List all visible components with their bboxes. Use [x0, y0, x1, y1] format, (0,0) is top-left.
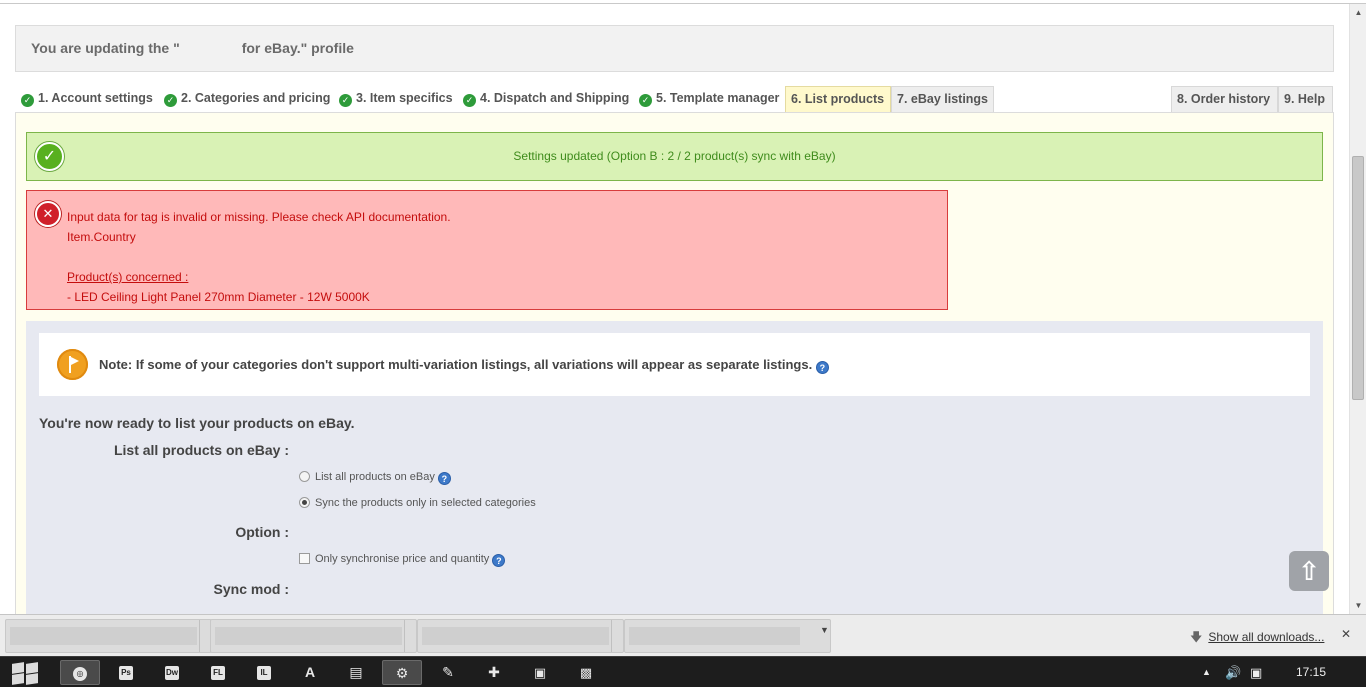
- error-field: Item.Country: [67, 230, 136, 244]
- flag-icon: [57, 349, 88, 380]
- check-icon: ✓: [164, 94, 177, 107]
- network-icon[interactable]: ▣: [1250, 657, 1262, 688]
- profile-header-suffix: for eBay." profile: [241, 40, 354, 56]
- check-icon: ✓: [639, 94, 652, 107]
- illustrator-icon[interactable]: IL: [244, 660, 284, 685]
- error-product: - LED Ceiling Light Panel 270mm Diameter…: [67, 290, 370, 304]
- radio-list-all[interactable]: List all products on eBay ?: [299, 471, 451, 485]
- tab-ebay-listings[interactable]: 7. eBay listings: [891, 86, 994, 112]
- clock[interactable]: 17:15: [1296, 657, 1326, 688]
- profile-header: You are updating the " for eBay." profile: [15, 25, 1334, 72]
- radio-list-all-input[interactable]: [299, 471, 310, 482]
- flash-icon[interactable]: FL: [198, 660, 238, 685]
- radio-sync-selected[interactable]: Sync the products only in selected categ…: [299, 497, 536, 509]
- sync-mod-label: Sync mod :: [213, 581, 289, 597]
- tab-template-manager[interactable]: ✓ 5. Template manager: [635, 86, 783, 112]
- tab-help[interactable]: 9. Help: [1278, 86, 1333, 112]
- download-item[interactable]: [624, 619, 831, 653]
- tab-list-products[interactable]: 6. List products: [785, 86, 891, 112]
- tool-icon[interactable]: ⚙: [382, 660, 422, 685]
- error-alert: ✕ Input data for tag is invalid or missi…: [26, 190, 948, 310]
- scroll-up-icon[interactable]: ▲: [1350, 4, 1366, 21]
- browser-top-border: [0, 0, 1366, 4]
- dreamweaver-icon[interactable]: Dw: [152, 660, 192, 685]
- tray-expand-icon[interactable]: ▲: [1202, 657, 1211, 688]
- folder-icon[interactable]: ▣: [520, 660, 560, 685]
- radio-sync-selected-input[interactable]: [299, 497, 310, 508]
- tab-account-settings[interactable]: ✓ 1. Account settings: [17, 86, 157, 112]
- chrome-icon[interactable]: ◎: [60, 660, 100, 685]
- help-icon[interactable]: ?: [437, 472, 451, 485]
- list-all-label: List all products on eBay :: [113, 442, 289, 458]
- help-icon[interactable]: ?: [492, 554, 506, 567]
- download-item[interactable]: [417, 619, 624, 653]
- variation-note: Note: If some of your categories don't s…: [39, 333, 1310, 396]
- error-products-heading: Product(s) concerned :: [67, 270, 189, 284]
- checkbox-price-quantity[interactable]: Only synchronise price and quantity ?: [299, 553, 506, 567]
- tab-item-specifics[interactable]: ✓ 3. Item specifics: [335, 86, 457, 112]
- download-item[interactable]: [210, 619, 417, 653]
- checkbox-price-quantity-input[interactable]: [299, 553, 310, 564]
- tab-categories-pricing[interactable]: ✓ 2. Categories and pricing: [160, 86, 334, 112]
- windows-taskbar: ◎ Ps Dw FL IL A ▤ ⚙ ✎ ✚ ▣ ▩ ▲ 🔊 ▣ 17:15: [0, 656, 1366, 687]
- success-check-icon: ✓: [35, 142, 64, 171]
- profile-header-prefix: You are updating the ": [31, 40, 180, 56]
- error-x-icon: ✕: [35, 201, 61, 227]
- help-icon[interactable]: ?: [815, 361, 829, 374]
- files-icon[interactable]: ▤: [336, 660, 376, 685]
- back-to-top-button[interactable]: ⇧: [1289, 551, 1329, 591]
- download-icon: 🡇: [1190, 630, 1203, 644]
- note-text: Note: If some of your categories don't s…: [99, 357, 813, 372]
- crop-icon[interactable]: ✚: [474, 660, 514, 685]
- download-item[interactable]: [5, 619, 212, 653]
- scroll-down-icon[interactable]: ▼: [1350, 597, 1366, 614]
- success-alert: ✓ Settings updated (Option B : 2 / 2 pro…: [26, 132, 1323, 181]
- settings-tabs: ✓ 1. Account settings ✓ 2. Categories and …: [15, 86, 1334, 112]
- font-icon[interactable]: A: [290, 660, 330, 685]
- option-label: Option :: [235, 524, 289, 540]
- success-message: Settings updated (Option B : 2 / 2 produ…: [513, 149, 836, 163]
- list-products-form: Note: If some of your categories don't s…: [26, 321, 1329, 617]
- error-lines: Input data for tag is invalid or missing…: [67, 207, 451, 307]
- scroll-thumb[interactable]: [1352, 156, 1364, 400]
- check-icon: ✓: [339, 94, 352, 107]
- pen-icon[interactable]: ✎: [428, 660, 468, 685]
- windows-start-icon[interactable]: [6, 660, 46, 686]
- chevron-down-icon[interactable]: ▼: [820, 625, 829, 635]
- tab-order-history[interactable]: 8. Order history: [1171, 86, 1278, 112]
- ready-title: You're now ready to list your products o…: [39, 415, 355, 431]
- download-shelf: ▼ 🡇 Show all downloads... ✕: [0, 614, 1366, 656]
- tab-dispatch-shipping[interactable]: ✓ 4. Dispatch and Shipping: [459, 86, 633, 112]
- check-icon: ✓: [21, 94, 34, 107]
- show-all-downloads-link[interactable]: 🡇 Show all downloads...: [1190, 628, 1324, 649]
- list-products-panel: ✓ Settings updated (Option B : 2 / 2 pro…: [15, 112, 1334, 617]
- volume-icon[interactable]: 🔊: [1225, 657, 1241, 688]
- check-icon: ✓: [463, 94, 476, 107]
- folder-icon[interactable]: ▩: [566, 660, 606, 685]
- page-scrollbar[interactable]: ▲ ▼: [1349, 4, 1366, 614]
- photoshop-icon[interactable]: Ps: [106, 660, 146, 685]
- error-message: Input data for tag is invalid or missing…: [67, 210, 451, 224]
- close-icon[interactable]: ✕: [1341, 627, 1351, 641]
